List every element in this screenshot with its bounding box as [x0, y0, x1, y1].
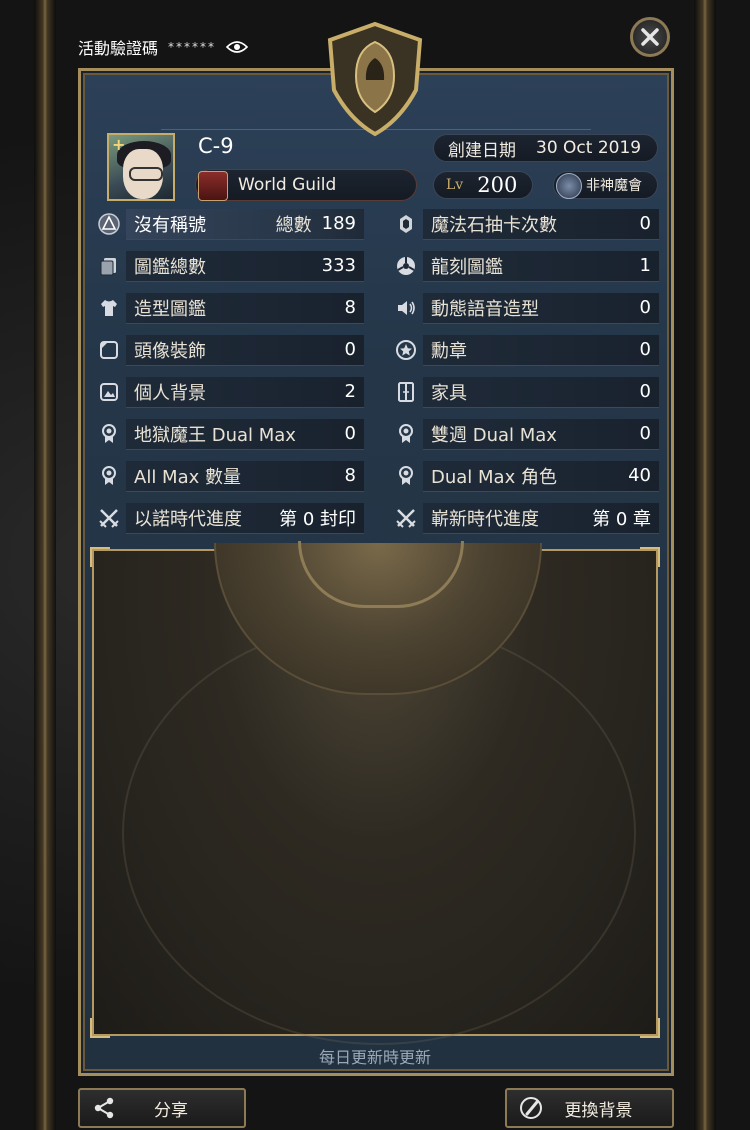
stone-icon	[400, 215, 412, 233]
stat-value: 2	[344, 381, 356, 402]
right-pillar-ornament	[694, 0, 716, 1130]
player-name: C-9	[198, 134, 234, 158]
shirt-icon	[101, 300, 117, 316]
share-button[interactable]: 分享	[78, 1088, 246, 1128]
daily-update-note: 每日更新時更新	[318, 1048, 431, 1067]
hooded-crest-emblem	[327, 21, 423, 137]
star-badge-icon	[396, 340, 416, 360]
stat-label: 地獄魔王 Dual Max	[134, 424, 296, 446]
stat-label: 頭像裝飾	[134, 340, 206, 362]
stat-value: 0	[639, 339, 651, 360]
stat-row-furniture: 家具 0	[389, 376, 659, 408]
stat-row-background: 個人背景 2	[92, 376, 364, 408]
stat-row-all-max: All Max 數量 8	[92, 460, 364, 492]
level-label: Lv	[446, 177, 464, 193]
stat-label: All Max 數量	[134, 466, 241, 488]
stat-row-card-total: 圖鑑總數 333	[92, 250, 364, 282]
stat-value: 40	[628, 465, 651, 486]
picture-icon	[100, 383, 118, 401]
left-pillar-ornament	[34, 0, 56, 1130]
stat-label: 個人背景	[134, 382, 206, 404]
stat-value: 333	[321, 255, 356, 276]
speaker-icon	[398, 301, 415, 315]
brush-icon	[520, 1097, 542, 1119]
stat-row-voice-costume: 動態語音造型 0	[389, 292, 659, 324]
medal-icon	[102, 466, 116, 485]
stat-row-dual-max-characters: Dual Max 角色 40	[389, 460, 659, 492]
avatar-plus-icon: +	[112, 135, 126, 154]
background-preview	[90, 541, 660, 1045]
crossed-swords-icon	[99, 509, 119, 528]
medal-icon	[399, 424, 413, 443]
dragon-rune-icon	[397, 257, 415, 275]
stat-label: 龍刻圖鑑	[431, 256, 503, 278]
player-avatar[interactable]: +	[107, 133, 175, 201]
guild-name-badge[interactable]: World Guild	[195, 169, 417, 201]
stat-value: 第 0 章	[592, 508, 651, 530]
stat-value: 8	[344, 465, 356, 486]
stat-row-dragon-rune: 龍刻圖鑑 1	[389, 250, 659, 282]
close-button[interactable]	[630, 17, 670, 57]
stat-label: 動態語音造型	[431, 298, 539, 320]
level-badge: Lv 200	[433, 171, 533, 199]
stat-value: 第 0 封印	[279, 508, 356, 530]
creation-date-badge: 創建日期 30 Oct 2019	[433, 134, 658, 162]
frame-icon	[100, 341, 118, 359]
verification-code-masked: ******	[168, 40, 217, 54]
guild-name: World Guild	[238, 175, 337, 195]
guild-rank-badge: 非神魔會	[553, 171, 658, 199]
stat-value: 0	[344, 423, 356, 444]
stat-value: 0	[344, 339, 356, 360]
stat-label: 圖鑑總數	[134, 256, 206, 278]
stat-label: 以諾時代進度	[134, 508, 242, 530]
verification-code-bar: 活動驗證碼 ******	[78, 34, 249, 60]
guild-emblem-icon	[198, 171, 228, 201]
eye-icon[interactable]	[226, 40, 249, 54]
change-background-label: 更換背景	[564, 1100, 633, 1121]
stat-value: 0	[639, 423, 651, 444]
title-icon	[98, 213, 120, 235]
stat-value: 8	[344, 297, 356, 318]
close-icon	[641, 28, 659, 46]
stat-row-new-era-progress: 嶄新時代進度 第 0 章	[389, 502, 659, 534]
stat-label: 家具	[431, 382, 467, 404]
creation-date-value: 30 Oct 2019	[536, 138, 642, 158]
medal-icon	[102, 424, 116, 443]
stat-row-biweekly-dual-max: 雙週 Dual Max 0	[389, 418, 659, 450]
crossed-swords-icon	[396, 509, 416, 528]
change-background-button[interactable]: 更換背景	[505, 1088, 674, 1128]
stat-row-medals: 勳章 0	[389, 334, 659, 366]
stat-value: 0	[639, 381, 651, 402]
level-value: 200	[477, 173, 518, 197]
furniture-icon	[398, 382, 414, 402]
medal-icon	[399, 466, 413, 485]
stat-row-hell-dual-max: 地獄魔王 Dual Max 0	[92, 418, 364, 450]
stat-row-enoch-progress: 以諾時代進度 第 0 封印	[92, 502, 364, 534]
stat-row-costume: 造型圖鑑 8	[92, 292, 364, 324]
share-button-label: 分享	[154, 1100, 188, 1121]
stat-row-avatar-frame: 頭像裝飾 0	[92, 334, 364, 366]
stat-row-stone-draws: 魔法石抽卡次數 0	[389, 208, 659, 240]
share-icon	[94, 1097, 114, 1119]
verification-code-label: 活動驗證碼	[78, 39, 159, 58]
guild-rank-icon	[556, 173, 582, 199]
stat-value: 0	[639, 297, 651, 318]
guild-rank-label: 非神魔會	[586, 178, 642, 194]
stat-label: Dual Max 角色	[431, 466, 557, 488]
cards-icon	[100, 258, 116, 276]
stat-label: 嶄新時代進度	[431, 508, 539, 530]
stat-value: 0	[639, 213, 651, 234]
stat-label: 造型圖鑑	[134, 298, 206, 320]
stat-row-title[interactable]: 沒有稱號 總數 189	[92, 208, 364, 240]
stat-label: 魔法石抽卡次數	[431, 214, 557, 236]
stat-label: 沒有稱號	[134, 214, 206, 236]
stat-value: 189	[321, 213, 356, 234]
stat-label: 雙週 Dual Max	[431, 424, 557, 446]
stat-label: 勳章	[431, 340, 467, 362]
stat-sub-label: 總數	[275, 214, 312, 236]
creation-date-label: 創建日期	[448, 140, 516, 161]
stat-value: 1	[639, 255, 651, 276]
